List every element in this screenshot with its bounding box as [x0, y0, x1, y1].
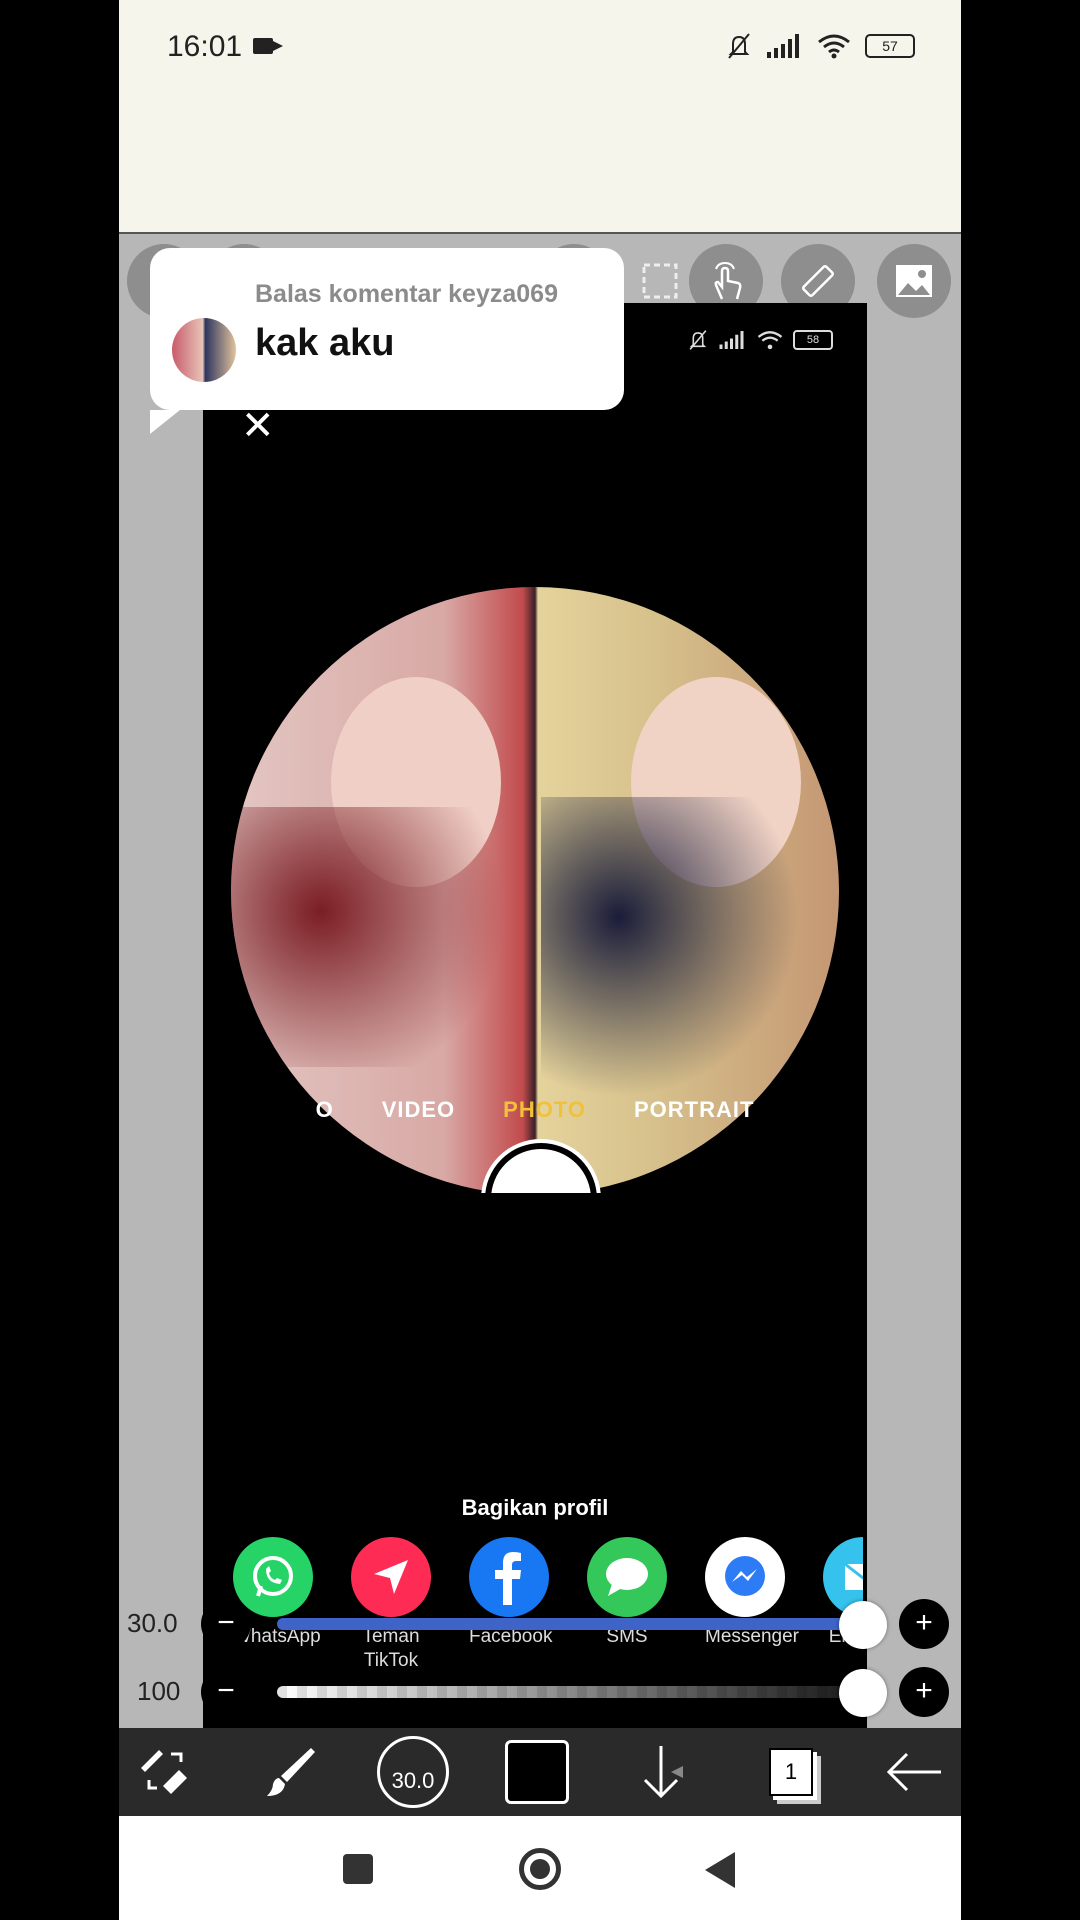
signal-icon: [767, 34, 799, 58]
brush-size-indicator: 30.0: [377, 1736, 449, 1808]
brush-size-decrease-button[interactable]: −: [201, 1599, 251, 1649]
home-icon[interactable]: [519, 1848, 561, 1890]
swap-tool-button[interactable]: [133, 1736, 197, 1808]
mute-icon: [728, 33, 750, 59]
camera-mode-tabs: O VIDEO PHOTO PORTRAIT: [203, 1097, 867, 1123]
ruler-icon: [802, 265, 834, 297]
brush-size-slider: 30.0 − +: [119, 1594, 961, 1654]
battery-icon: 57: [865, 34, 915, 58]
avatar: [172, 318, 236, 382]
brush-size-increase-button[interactable]: +: [899, 1599, 949, 1649]
mode-tab-portrait[interactable]: PORTRAIT: [634, 1097, 754, 1123]
hand-icon: [714, 261, 742, 300]
arrow-left-icon: [886, 1752, 941, 1792]
share-title: Bagikan profil: [461, 1495, 609, 1520]
inner-battery-icon: 58: [793, 330, 833, 350]
selection-icon: [642, 263, 678, 299]
status-bar: 16:01 57: [119, 0, 961, 234]
image-tool-button[interactable]: [877, 244, 951, 318]
comment-header: Balas komentar keyza069: [255, 280, 558, 308]
inner-mute-icon: [689, 330, 707, 350]
arrow-down-icon: [643, 1746, 683, 1799]
comment-text: kak aku: [255, 322, 395, 364]
brush-size-button[interactable]: 30.0: [375, 1736, 451, 1808]
color-swatch: [505, 1740, 569, 1804]
brush-size-value: 30.0: [127, 1608, 178, 1638]
screen-record-icon: [253, 38, 283, 54]
canvas-screen[interactable]: 58 ✕ O VIDEO PHOTO PORTRAIT Bagikan prof…: [203, 303, 867, 1815]
bottom-toolbar: 30.0 1: [119, 1728, 961, 1816]
back-button[interactable]: [883, 1736, 947, 1808]
layer-down-button[interactable]: [629, 1736, 693, 1808]
color-button[interactable]: [505, 1736, 569, 1808]
opacity-track[interactable]: [277, 1686, 857, 1698]
status-time: 16:01: [167, 30, 243, 63]
reply-comment-bubble: Balas komentar keyza069 kak aku: [150, 248, 624, 434]
opacity-increase-button[interactable]: +: [899, 1667, 949, 1717]
layer-count: 1: [769, 1748, 813, 1796]
status-icons: 57: [725, 32, 915, 60]
pen-eraser-swap-icon: [141, 1750, 187, 1794]
system-nav-bar: [119, 1816, 961, 1920]
inner-signal-icon: [719, 331, 744, 349]
inner-wifi-icon: [757, 331, 783, 350]
recents-icon[interactable]: [343, 1854, 373, 1884]
opacity-value: 100: [137, 1676, 181, 1706]
brush-button[interactable]: [259, 1736, 323, 1808]
brush-icon: [267, 1748, 315, 1796]
device-screen: 16:01 57 58 ✕ O VIDEO PHOTO PORTRAIT Bag…: [119, 0, 961, 1920]
mode-tab-video[interactable]: VIDEO: [382, 1097, 455, 1123]
opacity-knob[interactable]: [839, 1669, 887, 1717]
brush-size-knob[interactable]: [839, 1601, 887, 1649]
wifi-icon: [818, 34, 850, 59]
mode-tab-photo[interactable]: PHOTO: [503, 1097, 586, 1123]
opacity-decrease-button[interactable]: −: [201, 1667, 251, 1717]
image-icon: [896, 265, 932, 297]
inner-status-icons: 58: [687, 329, 833, 351]
layers-button[interactable]: 1: [759, 1736, 823, 1808]
brush-size-track[interactable]: [277, 1618, 857, 1630]
opacity-slider: 100 − +: [119, 1662, 961, 1722]
mode-tab-o[interactable]: O: [316, 1097, 334, 1123]
back-nav-icon[interactable]: [705, 1852, 735, 1888]
